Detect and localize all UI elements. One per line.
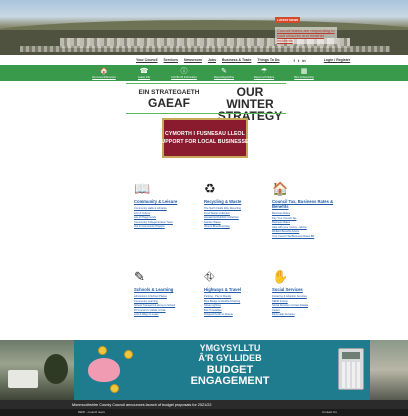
nav-item-covid-info[interactable]: ⓘ COVID-19 Information [167, 65, 201, 81]
linkedin-icon[interactable]: in [302, 58, 306, 63]
info-icon: ⓘ [180, 67, 188, 75]
budget-english-line2: ENGAGEMENT [190, 375, 270, 387]
nav-item-label: My Council/Services [92, 75, 116, 79]
latest-news-alert[interactable]: LATEST NEWS Council teams are responding… [275, 8, 337, 44]
footer-contact-link[interactable]: Contact Us [322, 410, 337, 414]
banner-photo-left [0, 340, 74, 400]
footer-strip: NEW - council news Contact Us [0, 409, 408, 416]
home-icon: 🏠 [99, 67, 109, 75]
nav-item-label: Latest Info [137, 75, 151, 79]
house-icon: 🏠 [272, 181, 289, 196]
tree-image [44, 354, 68, 384]
business-support-banner[interactable]: CYMORTH I FUSNESAU LLEOL SUPPORT FOR LOC… [158, 118, 252, 158]
nav-item-my-council[interactable]: 🏠 My Council/Services [87, 65, 121, 81]
business-support-welsh: CYMORTH I FUSNESAU LLEOL [165, 131, 245, 137]
service-title[interactable]: Council Tax, Business Rates & Benefits [272, 199, 336, 209]
service-links: Fostering & Adoption Services SEND & Hel… [272, 295, 336, 318]
calculator-icon [338, 348, 364, 390]
service-title[interactable]: Community & Leisure [134, 199, 198, 204]
nav-item-label: COVID-19 Information [171, 75, 197, 79]
top-utility-bar: Your Council Services Newsroom Jobs Busi… [0, 55, 408, 65]
nav-item-bins-recycling[interactable]: ▦ Bins & Recycling [287, 65, 321, 81]
latest-news-message[interactable]: Council teams are responding to road clo… [275, 27, 337, 44]
banner-photo-right [370, 340, 408, 400]
topbar-link-things-to-do[interactable]: Things To Do [257, 58, 279, 62]
facebook-icon[interactable]: f [294, 58, 295, 63]
service-links: Admissions & School Places Community Lea… [134, 295, 198, 318]
strategy-welsh: EIN STRATEGAETH GAEAF [130, 88, 208, 109]
service-link[interactable]: Dropped Kerbs & Streets [204, 313, 268, 318]
nav-item-report-apply-pay[interactable]: ✎ Report/Apply/Pay [207, 65, 241, 81]
coin-icon [98, 346, 107, 355]
topbar-link-your-council[interactable]: Your Council [136, 58, 158, 62]
topbar-link-jobs[interactable]: Jobs [208, 58, 216, 62]
strategy-welsh-line2: GAEAF [148, 96, 190, 110]
recycle-icon: ♻ [204, 181, 216, 196]
service-title[interactable]: Highways & Travel [204, 287, 268, 292]
news-headline[interactable]: Monmouthshire County Council announces l… [72, 403, 212, 407]
business-support-english: SUPPORT FOR LOCAL BUSINESSES [157, 139, 253, 145]
service-link[interactable]: Our & Community Projects [134, 225, 198, 230]
service-schools-learning: ✎ Schools & Learning Admissions & School… [134, 270, 198, 318]
winter-strategy-banner[interactable]: EIN STRATEGAETH GAEAF OUR WINTER STRATEG… [126, 83, 286, 122]
service-social-services: ✋ Social Services Fostering & Adoption S… [272, 270, 336, 318]
piggy-bank-icon [88, 358, 120, 382]
bin-icon: ▦ [300, 67, 308, 75]
strategy-english: OUR WINTER STRATEGY [214, 86, 286, 122]
budget-welsh-line1: YMGYSYLLTU [199, 343, 261, 353]
nav-item-latest-info[interactable]: ☎ Latest Info [127, 65, 161, 81]
coin-icon [124, 350, 133, 359]
nav-item-report-problem[interactable]: ☂ Report a Problem [247, 65, 281, 81]
service-links: Parking - Pay & Display Blue Badge & Dis… [204, 295, 268, 318]
service-link[interactable]: Early Help Services [272, 313, 336, 318]
pen-icon: ✎ [134, 269, 145, 284]
nav-item-label: Bins & Recycling [294, 75, 314, 79]
hero-landscape-image: LATEST NEWS Council teams are responding… [0, 0, 408, 55]
topbar-link-services[interactable]: Services [164, 58, 178, 62]
strategy-english-line1: OUR WINTER [226, 85, 274, 111]
page: LATEST NEWS Council teams are responding… [0, 0, 408, 416]
social-links: f t in [294, 58, 306, 63]
nav-item-label: Report a Problem [253, 75, 275, 79]
service-links: Business Rates Pay Your Council Tax Busi… [272, 212, 336, 240]
road-icon: ⛗ [204, 269, 215, 284]
pencil-icon: ✎ [221, 67, 227, 75]
service-title[interactable]: Schools & Learning [134, 287, 198, 292]
budget-engagement-banner[interactable]: YMGYSYLLTU Â'R GYLLIDEB BUDGET ENGAGEMEN… [0, 340, 408, 400]
service-title[interactable]: Recycling & Waste [204, 199, 268, 204]
umbrella-icon: ☂ [260, 67, 268, 75]
twitter-icon[interactable]: t [298, 58, 299, 63]
calculator-keys [342, 362, 360, 388]
book-icon: 📖 [134, 181, 151, 196]
login-register-link[interactable]: Login / Register [324, 58, 350, 62]
banner-rule-bottom [126, 113, 286, 114]
budget-welsh-line2: Â'R GYLLIDEB [198, 353, 262, 363]
phone-icon: ☎ [139, 67, 149, 75]
service-community-leisure: 📖 Community & Leisure Community Halls & … [134, 182, 198, 230]
service-links: Community Halls & Libraries Arts & Cultu… [134, 207, 198, 230]
service-link[interactable]: View & Bins Recycling [204, 225, 268, 230]
service-links: The North Fields Way Recycling Food Wast… [204, 207, 268, 230]
nav-item-label: Report/Apply/Pay [213, 75, 235, 79]
service-council-tax: 🏠 Council Tax, Business Rates & Benefits… [272, 182, 336, 240]
service-link[interactable]: Your Council Tax/Business Rates Bill [272, 235, 336, 240]
vehicle-image [8, 370, 38, 388]
hand-icon: ✋ [272, 269, 289, 284]
service-highways-travel: ⛗ Highways & Travel Parking - Pay & Disp… [204, 270, 268, 318]
topbar-link-business[interactable]: Business & Trade [222, 58, 251, 62]
calculator-screen [342, 352, 360, 359]
topbar-link-newsroom[interactable]: Newsroom [184, 58, 202, 62]
service-title[interactable]: Social Services [272, 287, 336, 292]
hero-town-lower [20, 46, 390, 52]
budget-text: YMGYSYLLTU Â'R GYLLIDEB BUDGET ENGAGEMEN… [150, 344, 310, 387]
news-caption-bar[interactable]: Monmouthshire County Council announces l… [0, 400, 408, 409]
quick-links-nav: 🏠 My Council/Services ☎ Latest Info ⓘ CO… [0, 65, 408, 81]
service-link[interactable]: Lots & Ways to Learn [134, 313, 198, 318]
latest-news-tag: LATEST NEWS [275, 17, 301, 23]
coin-icon [110, 384, 119, 393]
banner-rule-top [126, 83, 286, 84]
service-recycling-waste: ♻ Recycling & Waste The North Fields Way… [204, 182, 268, 230]
footer-news-link[interactable]: NEW - council news [78, 410, 105, 414]
